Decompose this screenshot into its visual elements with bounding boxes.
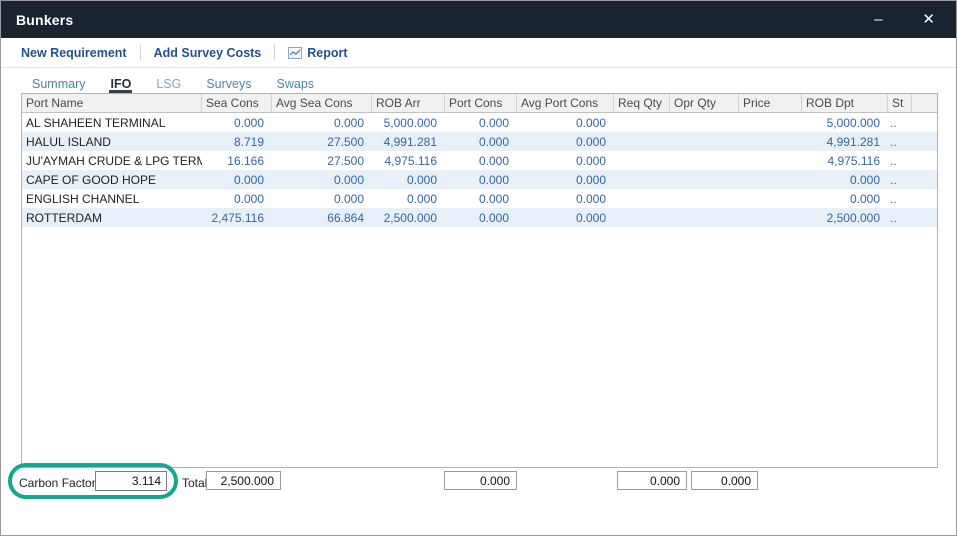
tab-ifo[interactable]: IFO	[109, 77, 132, 93]
cell-avg-sea-cons[interactable]: 0.000	[272, 192, 372, 206]
bunkers-window: Bunkers – ✕ New Requirement Add Survey C…	[0, 0, 957, 536]
table-row[interactable]: HALUL ISLAND8.71927.5004,991.2810.0000.0…	[22, 132, 937, 151]
cell-sea-cons[interactable]: 16.166	[202, 154, 272, 168]
tab-surveys[interactable]: Surveys	[205, 77, 252, 93]
cell-sea-cons[interactable]: 8.719	[202, 135, 272, 149]
report-label: Report	[307, 46, 347, 60]
cell-port[interactable]: HALUL ISLAND	[22, 135, 202, 149]
cell-avg-sea-cons[interactable]: 0.000	[272, 173, 372, 187]
cell-port-cons[interactable]: 0.000	[445, 154, 517, 168]
cell-rob-arr[interactable]: 5,000.000	[372, 116, 445, 130]
column-header-filler	[912, 94, 937, 112]
column-header-rob-arr[interactable]: ROB Arr	[372, 94, 445, 112]
cell-rob-arr[interactable]: 0.000	[372, 173, 445, 187]
table-row[interactable]: ROTTERDAM2,475.11666.8642,500.0000.0000.…	[22, 208, 937, 227]
column-header-port-cons[interactable]: Port Cons	[445, 94, 517, 112]
column-header-avg-sea-cons[interactable]: Avg Sea Cons	[272, 94, 372, 112]
cell-avg-port-cons[interactable]: 0.000	[517, 116, 614, 130]
table-row[interactable]: ENGLISH CHANNEL0.0000.0000.0000.0000.000…	[22, 189, 937, 208]
cell-avg-sea-cons[interactable]: 27.500	[272, 135, 372, 149]
report-button[interactable]: Report	[288, 46, 347, 60]
cell-st[interactable]: ..	[888, 154, 912, 168]
cell-st[interactable]: ..	[888, 116, 912, 130]
window-controls: – ✕	[874, 12, 941, 27]
cell-port-cons[interactable]: 0.000	[445, 116, 517, 130]
cell-avg-sea-cons[interactable]: 66.864	[272, 211, 372, 225]
table-body: AL SHAHEEN TERMINAL0.0000.0005,000.0000.…	[22, 113, 937, 227]
new-requirement-button[interactable]: New Requirement	[21, 46, 127, 60]
tab-lsg[interactable]: LSG	[155, 77, 182, 93]
column-header-avg-port-cons[interactable]: Avg Port Cons	[517, 94, 614, 112]
toolbar-divider	[140, 45, 141, 60]
toolbar: New Requirement Add Survey Costs Report	[1, 38, 956, 68]
cell-avg-port-cons[interactable]: 0.000	[517, 173, 614, 187]
cell-rob-dpt[interactable]: 2,500.000	[802, 211, 888, 225]
toolbar-divider	[274, 45, 275, 60]
tab-bar: Summary IFO LSG Surveys Swaps	[1, 68, 956, 93]
cell-rob-dpt[interactable]: 0.000	[802, 192, 888, 206]
close-button[interactable]: ✕	[922, 12, 935, 27]
carbon-factor-label: Carbon Factor	[19, 476, 96, 490]
add-survey-costs-button[interactable]: Add Survey Costs	[154, 46, 262, 60]
cell-st[interactable]: ..	[888, 173, 912, 187]
cell-port[interactable]: ROTTERDAM	[22, 211, 202, 225]
table-header: Port Name Sea Cons Avg Sea Cons ROB Arr …	[22, 94, 937, 113]
minimize-button[interactable]: –	[874, 12, 882, 27]
cell-rob-dpt[interactable]: 4,975.116	[802, 154, 888, 168]
total-port-cons: 0.000	[444, 471, 517, 490]
title-bar[interactable]: Bunkers – ✕	[1, 1, 956, 38]
cell-st[interactable]: ..	[888, 192, 912, 206]
cell-port-cons[interactable]: 0.000	[445, 192, 517, 206]
tab-swaps[interactable]: Swaps	[276, 77, 316, 93]
cell-port[interactable]: ENGLISH CHANNEL	[22, 192, 202, 206]
cell-rob-arr[interactable]: 0.000	[372, 192, 445, 206]
cell-port-cons[interactable]: 0.000	[445, 173, 517, 187]
column-header-rob-dpt[interactable]: ROB Dpt	[802, 94, 888, 112]
cell-st[interactable]: ..	[888, 135, 912, 149]
cell-port-cons[interactable]: 0.000	[445, 211, 517, 225]
cell-rob-arr[interactable]: 4,975.116	[372, 154, 445, 168]
cell-avg-port-cons[interactable]: 0.000	[517, 192, 614, 206]
cell-avg-port-cons[interactable]: 0.000	[517, 154, 614, 168]
column-header-port-name[interactable]: Port Name	[22, 94, 202, 112]
cell-avg-sea-cons[interactable]: 0.000	[272, 116, 372, 130]
cell-rob-dpt[interactable]: 4,991.281	[802, 135, 888, 149]
cell-sea-cons[interactable]: 2,475.116	[202, 211, 272, 225]
column-header-price[interactable]: Price	[739, 94, 802, 112]
cell-rob-arr[interactable]: 2,500.000	[372, 211, 445, 225]
cell-rob-dpt[interactable]: 0.000	[802, 173, 888, 187]
cell-sea-cons[interactable]: 0.000	[202, 116, 272, 130]
carbon-factor-input[interactable]	[95, 471, 167, 491]
column-header-sea-cons[interactable]: Sea Cons	[202, 94, 272, 112]
cell-avg-port-cons[interactable]: 0.000	[517, 135, 614, 149]
column-header-req-qty[interactable]: Req Qty	[614, 94, 670, 112]
cell-port[interactable]: AL SHAHEEN TERMINAL	[22, 116, 202, 130]
column-header-opr-qty[interactable]: Opr Qty	[670, 94, 739, 112]
total-sea-cons: 2,500.000	[206, 471, 281, 490]
cell-sea-cons[interactable]: 0.000	[202, 192, 272, 206]
tab-summary[interactable]: Summary	[31, 77, 86, 93]
cell-rob-dpt[interactable]: 5,000.000	[802, 116, 888, 130]
cell-port[interactable]: JU'AYMAH CRUDE & LPG TERMIN	[22, 154, 202, 168]
total-label: Total	[182, 476, 207, 490]
cell-port-cons[interactable]: 0.000	[445, 135, 517, 149]
cell-port[interactable]: CAPE OF GOOD HOPE	[22, 173, 202, 187]
column-header-st[interactable]: St	[888, 94, 912, 112]
report-icon	[288, 47, 302, 59]
cell-avg-sea-cons[interactable]: 27.500	[272, 154, 372, 168]
window-title: Bunkers	[16, 12, 73, 28]
table-row[interactable]: CAPE OF GOOD HOPE0.0000.0000.0000.0000.0…	[22, 170, 937, 189]
table-row[interactable]: AL SHAHEEN TERMINAL0.0000.0005,000.0000.…	[22, 113, 937, 132]
cell-sea-cons[interactable]: 0.000	[202, 173, 272, 187]
table-row[interactable]: JU'AYMAH CRUDE & LPG TERMIN16.16627.5004…	[22, 151, 937, 170]
cell-rob-arr[interactable]: 4,991.281	[372, 135, 445, 149]
cell-avg-port-cons[interactable]: 0.000	[517, 211, 614, 225]
total-opr-qty: 0.000	[691, 471, 758, 490]
total-req-qty: 0.000	[617, 471, 687, 490]
bunkers-table: Port Name Sea Cons Avg Sea Cons ROB Arr …	[21, 93, 938, 468]
cell-st[interactable]: ..	[888, 211, 912, 225]
